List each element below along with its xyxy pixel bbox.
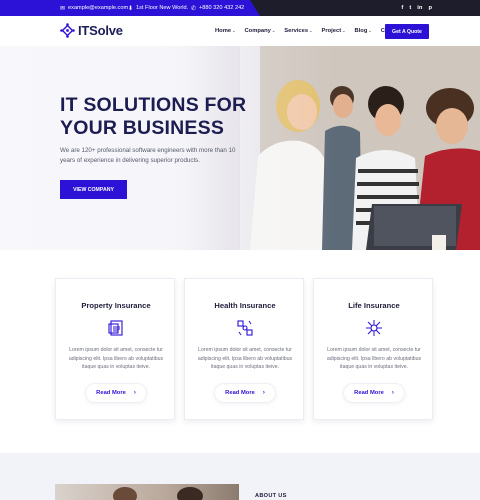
hero-description: We are 120+ professional software engine… xyxy=(60,147,236,164)
read-more-button[interactable]: Read More › xyxy=(343,383,405,403)
chevron-down-icon: ⌄ xyxy=(368,28,372,33)
main-nav: Home⌄ Company⌄ Services⌄ Project⌄ Blog⌄ … xyxy=(215,16,402,46)
site-header: ITSolve Home⌄ Company⌄ Services⌄ Project… xyxy=(0,16,480,46)
nav-item-blog[interactable]: Blog⌄ xyxy=(354,28,371,34)
about-photo xyxy=(113,487,203,500)
chevron-right-icon: › xyxy=(133,390,136,396)
read-more-button[interactable]: Read More › xyxy=(85,383,147,403)
service-card: Life Insurance Lorem ipsum dolor sit ame… xyxy=(313,278,433,420)
twitter-icon[interactable]: t xyxy=(409,5,411,11)
social-links: f t in p xyxy=(401,0,432,16)
logo[interactable]: ITSolve xyxy=(60,23,123,38)
nav-item-home[interactable]: Home⌄ xyxy=(215,28,235,34)
nav-company-label: Company xyxy=(244,28,271,34)
logo-icon xyxy=(60,23,75,38)
card-title: Property Insurance xyxy=(81,301,151,310)
card-title: Health Insurance xyxy=(214,301,276,310)
nav-project-label: Project xyxy=(321,28,342,34)
read-more-label: Read More xyxy=(96,390,126,396)
nav-services-label: Services xyxy=(284,28,309,34)
view-company-button[interactable]: VIEW COMPANY xyxy=(60,180,127,199)
nav-item-project[interactable]: Project⌄ xyxy=(321,28,345,34)
pinterest-icon[interactable]: p xyxy=(428,5,432,11)
topbar-address: ⬇ 1st Floor New World. xyxy=(128,0,188,16)
nav-home-label: Home xyxy=(215,28,232,34)
logo-text: ITSolve xyxy=(78,23,123,38)
service-card: Health Insurance Lorem ipsum dolor sit a… xyxy=(184,278,304,420)
hub-icon xyxy=(366,320,382,336)
chevron-down-icon: ⌄ xyxy=(309,28,313,33)
topbar-phone[interactable]: ✆ +880 320 432 242 xyxy=(191,0,244,16)
get-a-quote-button[interactable]: Get A Quote xyxy=(385,24,429,39)
mail-icon: ✉ xyxy=(60,5,66,12)
topbar: ✉ example@example.com ⬇ 1st Floor New Wo… xyxy=(0,0,480,16)
hero-title-line2: YOUR BUSINESS xyxy=(60,117,225,139)
card-text: Lorem ipsum dolor sit amet, consecte tur… xyxy=(68,347,164,371)
read-more-label: Read More xyxy=(354,390,384,396)
services-section: Property Insurance Lorem ipsum dolor sit… xyxy=(0,250,480,453)
location-icon: ⬇ xyxy=(128,5,134,12)
chevron-right-icon: › xyxy=(391,390,394,396)
chevron-down-icon: ⌄ xyxy=(271,28,276,33)
nav-item-company[interactable]: Company⌄ xyxy=(244,28,275,34)
topbar-phone-text: +880 320 432 242 xyxy=(199,5,245,11)
hero-section: IT SOLUTIONS FOR YOUR BUSINESS We are 12… xyxy=(0,46,480,250)
instagram-icon[interactable]: in xyxy=(417,5,422,11)
nav-item-services[interactable]: Services⌄ xyxy=(284,28,312,34)
network-icon xyxy=(237,320,253,336)
service-card: Property Insurance Lorem ipsum dolor sit… xyxy=(55,278,175,420)
topbar-address-text: 1st Floor New World. xyxy=(136,5,189,11)
read-more-button[interactable]: Read More › xyxy=(214,383,276,403)
chevron-down-icon: ⌄ xyxy=(232,28,236,33)
card-text: Lorem ipsum dolor sit amet, consecte tur… xyxy=(197,347,293,371)
about-image xyxy=(55,484,239,500)
read-more-label: Read More xyxy=(225,390,255,396)
about-section: ABOUT US xyxy=(0,453,480,500)
nav-blog-label: Blog xyxy=(354,28,368,34)
topbar-email-text: example@example.com xyxy=(68,5,129,11)
facebook-icon[interactable]: f xyxy=(401,5,403,11)
card-title: Life Insurance xyxy=(348,301,400,310)
card-text: Lorem ipsum dolor sit amet, consecte tur… xyxy=(326,347,422,371)
hero-title-line1: IT SOLUTIONS FOR xyxy=(60,94,247,116)
document-icon xyxy=(108,320,123,336)
chevron-down-icon: ⌄ xyxy=(342,28,346,33)
phone-icon: ✆ xyxy=(191,5,197,12)
topbar-email[interactable]: ✉ example@example.com xyxy=(60,0,128,16)
about-heading: ABOUT US xyxy=(255,493,287,499)
hero-title: IT SOLUTIONS FOR YOUR BUSINESS xyxy=(60,94,300,140)
chevron-right-icon: › xyxy=(262,390,265,396)
